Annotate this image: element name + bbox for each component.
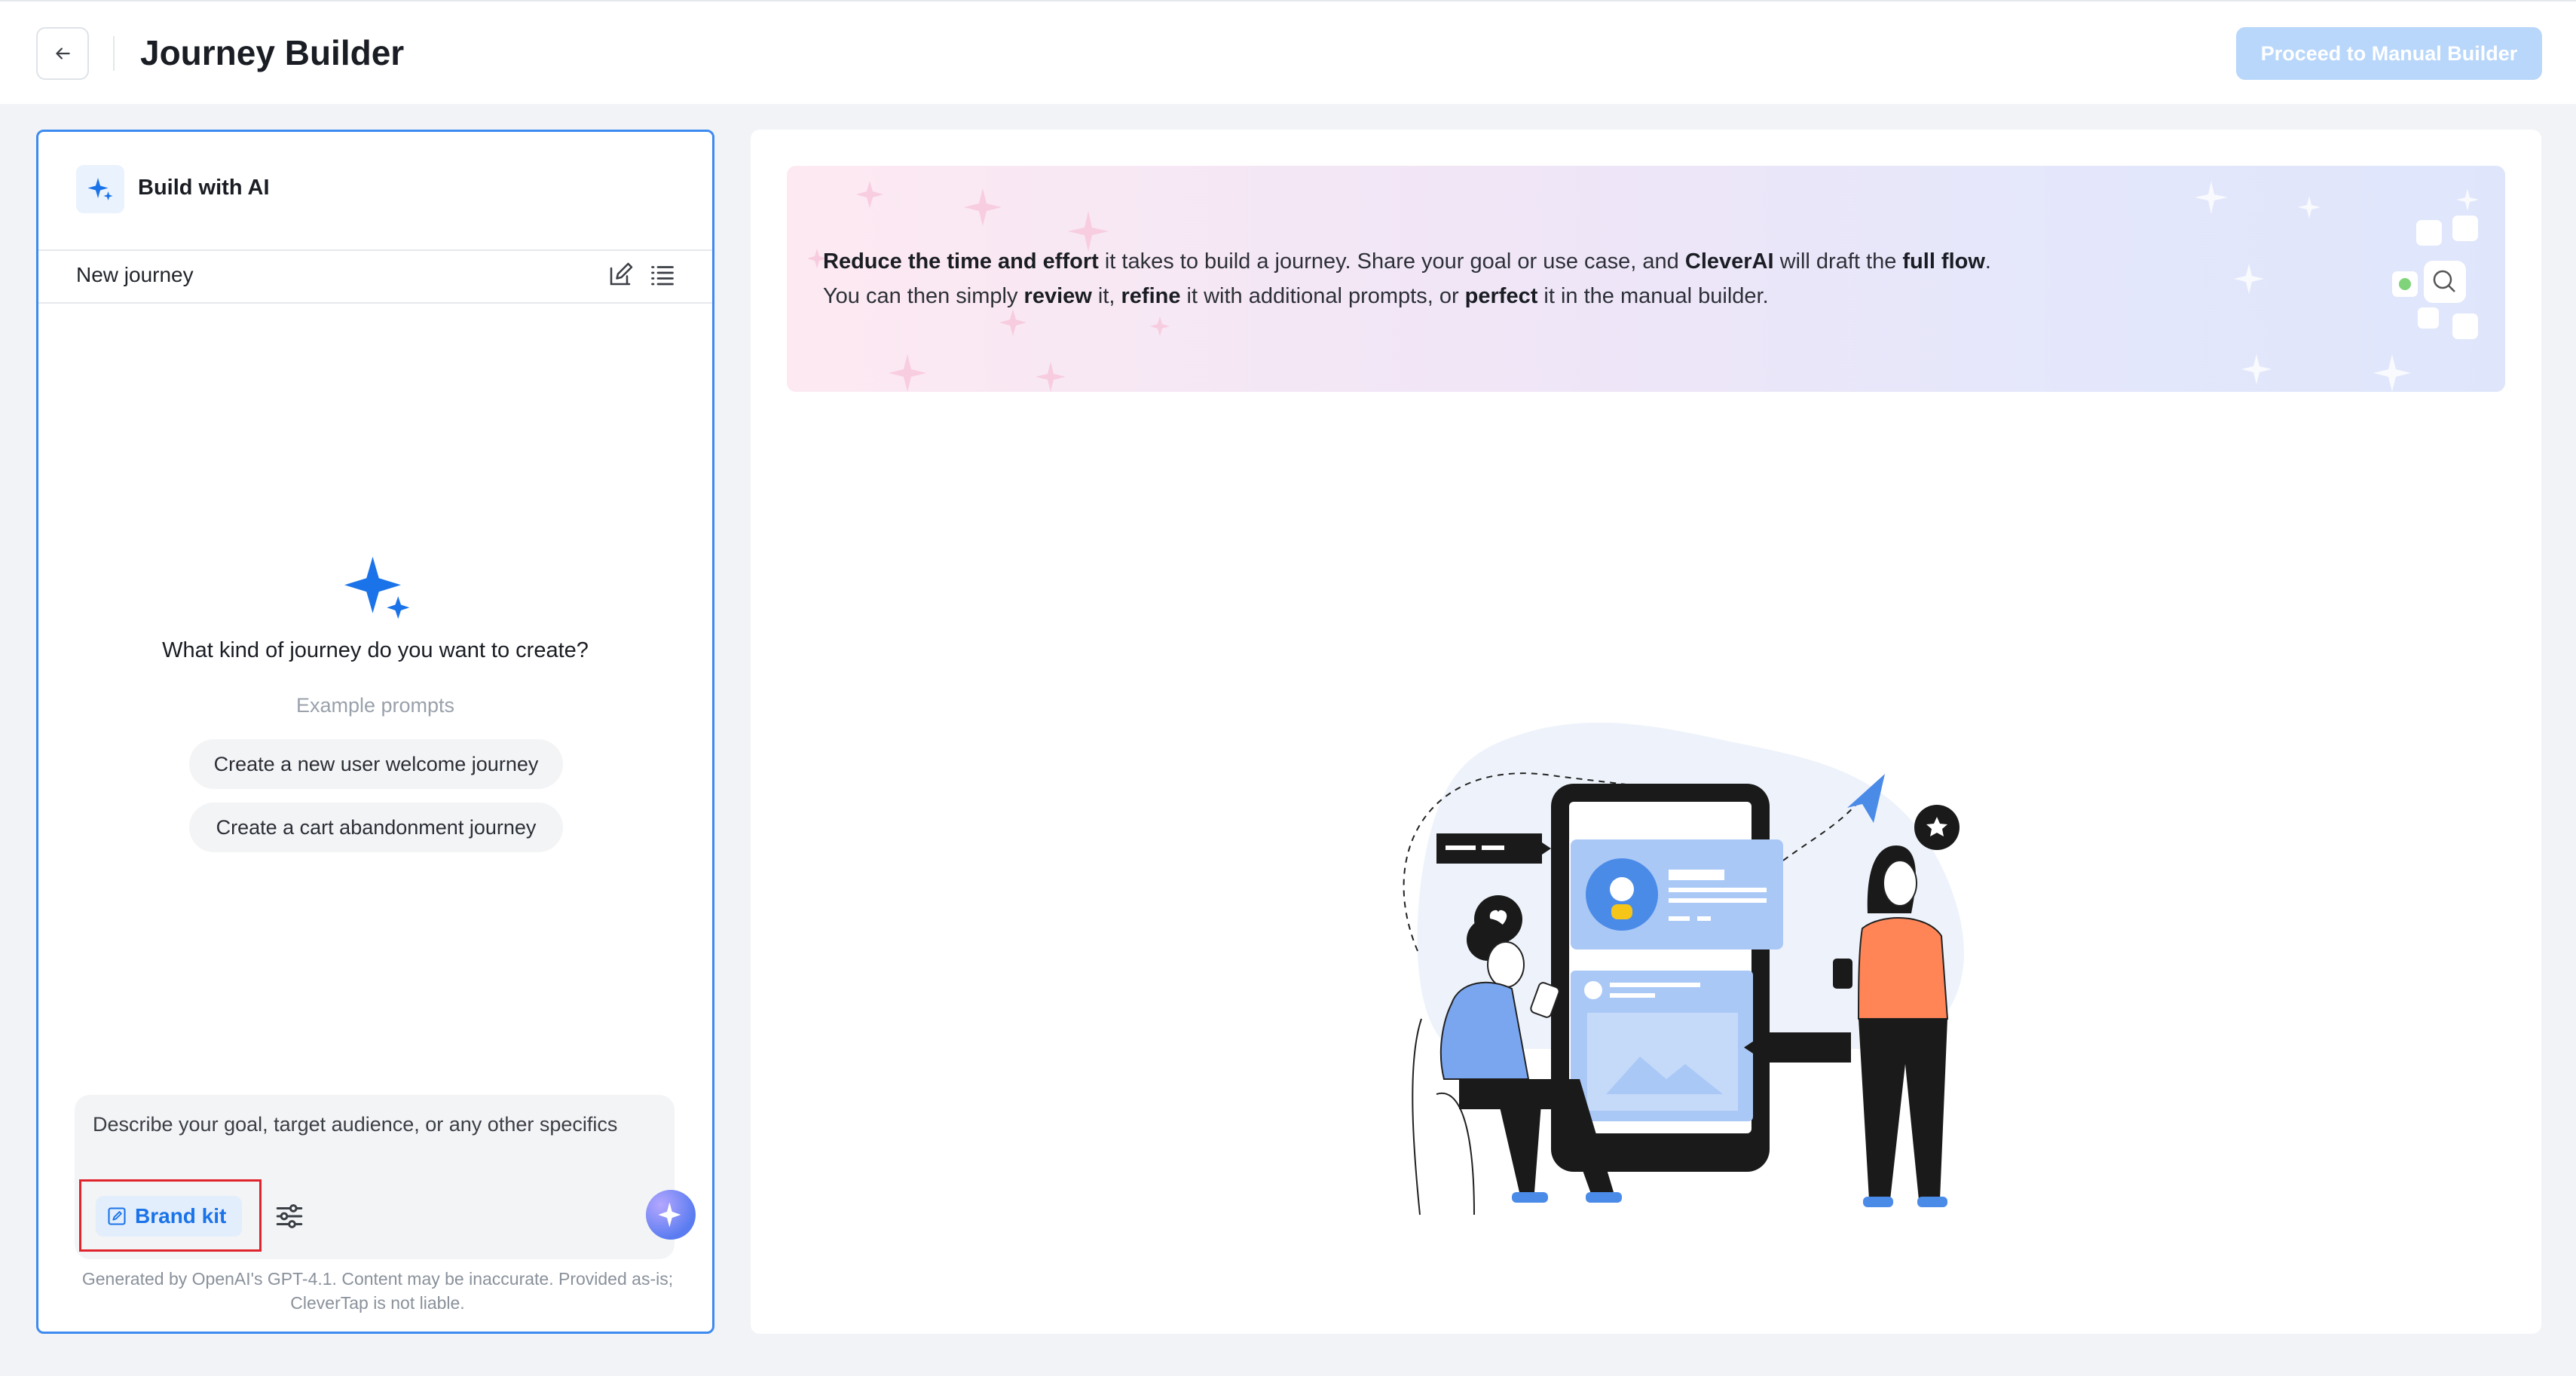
banner-bold-text: review [1023,284,1092,308]
brand-kit-button[interactable]: Brand kit [96,1196,242,1237]
banner-bold-text: perfect [1464,284,1538,308]
build-with-ai-header: Build with AI [38,132,712,251]
banner-text-part: it takes to build a journey. Share your … [1098,249,1685,274]
prompt-input[interactable]: Describe your goal, target audience, or … [75,1095,696,1259]
sliders-icon[interactable] [274,1200,305,1232]
banner-text-part: . [1984,249,1991,274]
banner-text-part: it in the manual builder. [1537,284,1769,308]
banner-line-1: Reduce the time and effort it takes to b… [823,244,1991,279]
ai-disclaimer: Generated by OpenAI's GPT-4.1. Content m… [81,1269,674,1313]
journey-illustration [1403,722,1964,1215]
info-banner: Reduce the time and effort it takes to b… [787,166,2505,392]
brand-kit-label: Brand kit [135,1204,227,1228]
banner-bold-text: refine [1121,284,1181,308]
banner-bold-text: CleverAI [1684,249,1774,274]
banner-text-part: it with additional prompts, or [1180,284,1465,308]
main-panel: Reduce the time and effort it takes to b… [751,130,2541,1334]
prompt-input-placeholder: Describe your goal, target audience, or … [93,1113,618,1136]
banner-text: Reduce the time and effort it takes to b… [823,244,1991,313]
journey-name: New journey [76,263,194,286]
banner-line-2: You can then simply review it, refine it… [823,279,1991,313]
sparkle-icon [76,165,124,213]
build-with-ai-panel: Build with AI New journey What kind of j… [36,130,714,1334]
header-divider [113,36,115,71]
back-button[interactable] [36,27,89,80]
banner-bold-text: Reduce the time and effort [823,249,1099,274]
example-prompts-label: Example prompts [295,694,455,717]
page-title: Journey Builder [140,33,405,72]
send-sparkle-icon [658,1202,681,1228]
arrow-left-icon [56,47,70,60]
example-prompt-chip[interactable]: Create a cart abandonment journey [189,803,563,852]
send-button[interactable] [646,1190,696,1240]
brand-kit-icon [108,1207,126,1225]
banner-bold-text: full flow [1902,249,1985,274]
sparkle-icon [344,556,410,619]
proceed-to-manual-builder-button[interactable]: Proceed to Manual Builder [2236,27,2542,80]
banner-text-part: You can then simply [823,284,1024,308]
journey-question: What kind of journey do you want to crea… [162,638,589,662]
edit-icon[interactable] [607,261,634,289]
list-icon[interactable] [649,261,676,289]
top-header: Journey Builder Proceed to Manual Builde… [0,0,2576,104]
example-prompt-chip[interactable]: Create a new user welcome journey [189,739,563,789]
build-with-ai-title: Build with AI [138,176,270,200]
journey-name-row: New journey [38,249,712,304]
banner-text-part: it, [1091,284,1121,308]
banner-text-part: will draft the [1773,249,1903,274]
